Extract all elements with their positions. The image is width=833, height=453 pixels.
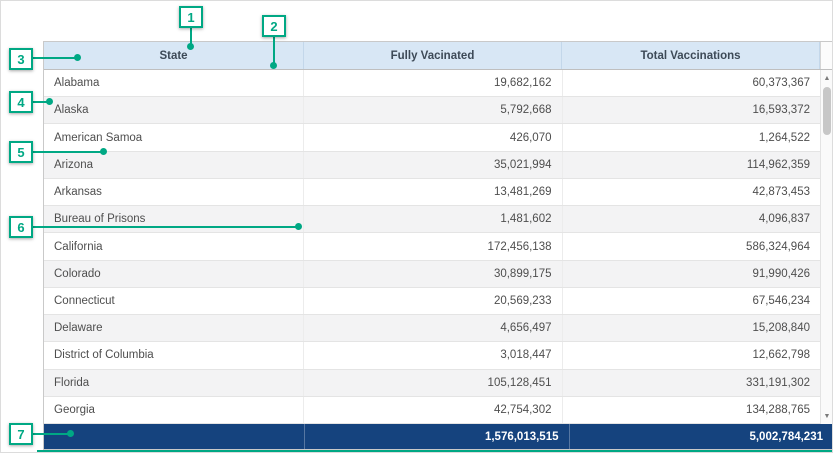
state-cell: Delaware — [44, 315, 304, 341]
state-cell: Florida — [44, 370, 304, 396]
state-cell: Arkansas — [44, 179, 304, 205]
state-cell: Connecticut — [44, 288, 304, 314]
table-row[interactable]: Alabama 19,682,162 60,373,367 — [44, 70, 820, 97]
fully-vaccinated-cell: 5,792,668 — [304, 97, 563, 123]
total-vaccinations-cell: 15,208,840 — [563, 315, 821, 341]
total-vaccinations-cell: 331,191,302 — [563, 370, 821, 396]
table-rows: Alabama 19,682,162 60,373,367 Alaska 5,7… — [44, 70, 820, 424]
fully-vaccinated-cell: 19,682,162 — [304, 70, 563, 96]
callout-7-underline — [37, 450, 833, 452]
table-row[interactable]: Delaware 4,656,497 15,208,840 — [44, 315, 820, 342]
state-cell: Georgia — [44, 397, 304, 423]
table-row[interactable]: District of Columbia 3,018,447 12,662,79… — [44, 342, 820, 369]
screenshot-root: State Fully Vacinated Total Vaccinations… — [0, 0, 833, 453]
callout-1-badge: 1 — [179, 6, 203, 28]
callout-4-dot — [46, 98, 53, 105]
state-cell: Alabama — [44, 70, 304, 96]
header-scrollbar-corner — [820, 42, 833, 69]
callout-2-line — [273, 37, 275, 64]
vertical-scrollbar[interactable]: ▲ ▼ — [820, 70, 833, 424]
fully-vaccinated-cell: 3,018,447 — [304, 342, 563, 368]
fully-vaccinated-cell: 105,128,451 — [304, 370, 563, 396]
table-body: Alabama 19,682,162 60,373,367 Alaska 5,7… — [44, 70, 833, 424]
table-row[interactable]: Alaska 5,792,668 16,593,372 — [44, 97, 820, 124]
total-vaccinations-cell: 586,324,964 — [563, 233, 821, 259]
total-vaccinations-cell: 91,990,426 — [563, 261, 821, 287]
callout-5-badge: 5 — [9, 141, 33, 163]
total-vaccinations-cell: 4,096,837 — [563, 206, 821, 232]
total-vaccinations-cell: 1,264,522 — [563, 124, 821, 150]
total-vaccinations-cell: 114,962,359 — [563, 152, 821, 178]
total-vaccinations-cell: 16,593,372 — [563, 97, 821, 123]
fully-vaccinated-cell: 20,569,233 — [304, 288, 563, 314]
table-row[interactable]: Connecticut 20,569,233 67,546,234 — [44, 288, 820, 315]
callout-2-dot — [270, 62, 277, 69]
state-cell: American Samoa — [44, 124, 304, 150]
table-row[interactable]: Florida 105,128,451 331,191,302 — [44, 370, 820, 397]
scroll-down-icon[interactable]: ▼ — [821, 409, 833, 423]
callout-7-line — [31, 433, 68, 435]
scrollbar-thumb[interactable] — [823, 87, 831, 135]
state-cell: Bureau of Prisons — [44, 206, 304, 232]
callout-7-badge: 7 — [9, 423, 33, 445]
fully-vaccinated-cell: 172,456,138 — [304, 233, 563, 259]
callout-2-badge: 2 — [262, 15, 286, 37]
total-vaccinations-cell: 12,662,798 — [563, 342, 821, 368]
totals-total-vaccinations-cell: 5,002,784,231 — [569, 424, 833, 449]
callout-5-line — [31, 151, 101, 153]
fully-vaccinated-cell: 30,899,175 — [304, 261, 563, 287]
scroll-up-icon[interactable]: ▲ — [821, 71, 833, 85]
callout-3-dot — [74, 54, 81, 61]
table-row[interactable]: Georgia 42,754,302 134,288,765 — [44, 397, 820, 424]
callout-4-line — [31, 101, 47, 103]
fully-vaccinated-cell: 35,021,994 — [304, 152, 563, 178]
table-row[interactable]: Bureau of Prisons 1,481,602 4,096,837 — [44, 206, 820, 233]
fully-vaccinated-cell: 426,070 — [304, 124, 563, 150]
column-header-total-vaccinations[interactable]: Total Vaccinations — [562, 42, 820, 69]
fully-vaccinated-cell: 42,754,302 — [304, 397, 563, 423]
table-row[interactable]: Colorado 30,899,175 91,990,426 — [44, 261, 820, 288]
fully-vaccinated-cell: 13,481,269 — [304, 179, 563, 205]
table-row[interactable]: California 172,456,138 586,324,964 — [44, 233, 820, 260]
column-header-fully-vaccinated[interactable]: Fully Vacinated — [304, 42, 562, 69]
callout-1-dot — [187, 43, 194, 50]
total-vaccinations-cell: 42,873,453 — [563, 179, 821, 205]
callout-3-line — [31, 57, 75, 59]
table-header-row: State Fully Vacinated Total Vaccinations — [44, 42, 833, 70]
callout-7-dot — [67, 430, 74, 437]
callout-5-dot — [100, 148, 107, 155]
state-cell: Alaska — [44, 97, 304, 123]
state-cell: Colorado — [44, 261, 304, 287]
callout-4-badge: 4 — [9, 91, 33, 113]
fully-vaccinated-cell: 1,481,602 — [304, 206, 563, 232]
callout-6-badge: 6 — [9, 216, 33, 238]
callout-6-line — [31, 226, 296, 228]
table-row[interactable]: American Samoa 426,070 1,264,522 — [44, 124, 820, 151]
table-row[interactable]: Arkansas 13,481,269 42,873,453 — [44, 179, 820, 206]
total-vaccinations-cell: 60,373,367 — [563, 70, 821, 96]
fully-vaccinated-cell: 4,656,497 — [304, 315, 563, 341]
state-cell: Arizona — [44, 152, 304, 178]
column-header-state[interactable]: State — [44, 42, 304, 69]
state-cell: District of Columbia — [44, 342, 304, 368]
totals-row: 1,576,013,515 5,002,784,231 — [44, 424, 833, 449]
state-cell: California — [44, 233, 304, 259]
attribute-table: State Fully Vacinated Total Vaccinations… — [43, 41, 833, 450]
callout-6-dot — [295, 223, 302, 230]
total-vaccinations-cell: 67,546,234 — [563, 288, 821, 314]
table-row[interactable]: Arizona 35,021,994 114,962,359 — [44, 152, 820, 179]
totals-fully-vaccinated-cell: 1,576,013,515 — [304, 424, 569, 449]
total-vaccinations-cell: 134,288,765 — [563, 397, 821, 423]
callout-3-badge: 3 — [9, 48, 33, 70]
totals-state-cell — [44, 424, 304, 449]
